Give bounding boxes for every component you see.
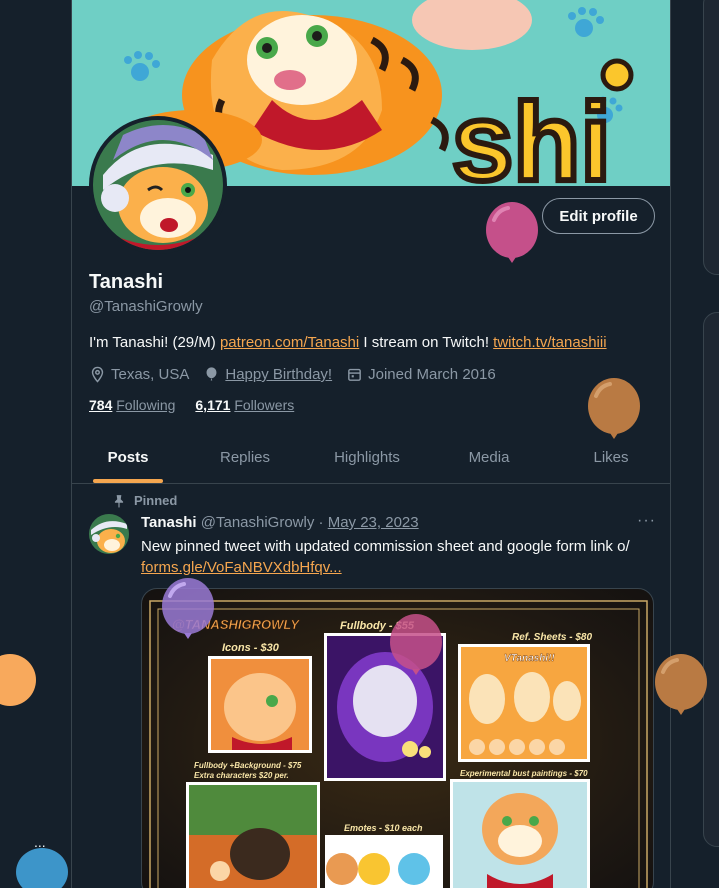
- sidebar-card: [703, 312, 719, 847]
- media-experimental-label: Experimental bust paintings - $70: [460, 769, 588, 778]
- balloon-pink-decoration: [390, 614, 442, 675]
- balloon-pink-decoration: [486, 202, 538, 263]
- follow-counts: 784 Following 6,171 Followers: [89, 397, 294, 413]
- tab-highlights[interactable]: Highlights: [306, 431, 428, 483]
- media-refsheet-name: VTanashi!!: [504, 653, 555, 664]
- location-icon: [91, 366, 104, 383]
- tweet-header: Tanashi @TanashiGrowly · May 23, 2023: [141, 514, 419, 531]
- pinned-indicator: Pinned: [112, 493, 177, 508]
- profile-column: shi Edit profile Tanashi @TanashiGrowly …: [71, 0, 671, 888]
- profile-avatar[interactable]: [89, 116, 227, 254]
- tweet-author-name[interactable]: Tanashi: [141, 514, 197, 531]
- media-refsheet-label: Ref. Sheets - $80: [512, 632, 592, 643]
- separator: ·: [318, 514, 324, 531]
- location-text: Texas, USA: [111, 366, 190, 383]
- balloon-brown-decoration: [588, 378, 640, 439]
- tweet-author-handle[interactable]: @TanashiGrowly: [201, 514, 315, 531]
- birthday[interactable]: Happy Birthday!: [203, 366, 332, 383]
- joined-text: Joined March 2016: [368, 366, 496, 383]
- tweet-text: New pinned tweet with updated commission…: [141, 536, 661, 578]
- balloon-blue-decoration: ...: [16, 836, 68, 888]
- media-emotes-label: Emotes - $10 each: [344, 823, 423, 833]
- following-link[interactable]: 784 Following: [89, 397, 175, 413]
- calendar-icon: [348, 368, 361, 381]
- pinned-tweet[interactable]: Pinned Tanashi @TanashiGrowly · May 23, …: [72, 485, 670, 888]
- tweet-link[interactable]: forms.gle/VoFaNBVXdbHfqv...: [141, 559, 342, 576]
- pin-icon: [114, 494, 124, 508]
- following-label: Following: [116, 397, 176, 413]
- edit-profile-button[interactable]: Edit profile: [542, 198, 655, 234]
- left-edge-orange-circle: [0, 654, 36, 706]
- banner-title: shi: [452, 81, 611, 186]
- pinned-label: Pinned: [134, 493, 178, 508]
- patreon-link[interactable]: patreon.com/Tanashi: [220, 334, 359, 351]
- tweet-body: New pinned tweet with updated commission…: [141, 538, 630, 555]
- birthday-text[interactable]: Happy Birthday!: [225, 366, 332, 383]
- followers-label: Followers: [234, 397, 295, 413]
- joined-date: Joined March 2016: [346, 366, 496, 383]
- twitch-link[interactable]: twitch.tv/tanashiii: [493, 334, 606, 351]
- profile-name: Tanashi: [89, 271, 164, 293]
- media-extra-label: Extra characters $20 per.: [194, 771, 289, 780]
- tweet-date[interactable]: May 23, 2023: [328, 514, 419, 531]
- profile-handle: @TanashiGrowly: [89, 298, 203, 315]
- more-options-icon[interactable]: ···: [637, 512, 656, 530]
- profile-meta: Texas, USA Happy Birthday! Joined March …: [89, 366, 496, 383]
- profile-bio: I'm Tanashi! (29/M) patreon.com/Tanashi …: [89, 334, 607, 351]
- tab-replies[interactable]: Replies: [184, 431, 306, 483]
- balloon-brown-decoration: [655, 654, 707, 715]
- tweet-author-avatar[interactable]: [89, 514, 129, 554]
- svg-text:...: ...: [34, 836, 46, 850]
- following-count: 784: [89, 397, 113, 413]
- profile-tabs: Posts Replies Highlights Media Likes: [72, 431, 670, 484]
- balloon-purple-decoration: [162, 578, 214, 639]
- media-fullbody-bg-label: Fullbody +Background - $75: [194, 761, 302, 770]
- right-sidebar: [700, 0, 719, 888]
- balloon-icon: [206, 367, 217, 381]
- bio-text: I'm Tanashi! (29/M): [89, 334, 220, 351]
- tab-media[interactable]: Media: [428, 431, 550, 483]
- media-icons-label: Icons - $30: [222, 642, 280, 654]
- followers-count: 6,171: [195, 397, 231, 413]
- followers-link[interactable]: 6,171 Followers: [195, 397, 294, 413]
- sidebar-card: [703, 0, 719, 275]
- tab-posts[interactable]: Posts: [72, 431, 184, 483]
- location: Texas, USA: [89, 366, 189, 383]
- bio-text: I stream on Twitch!: [359, 334, 494, 351]
